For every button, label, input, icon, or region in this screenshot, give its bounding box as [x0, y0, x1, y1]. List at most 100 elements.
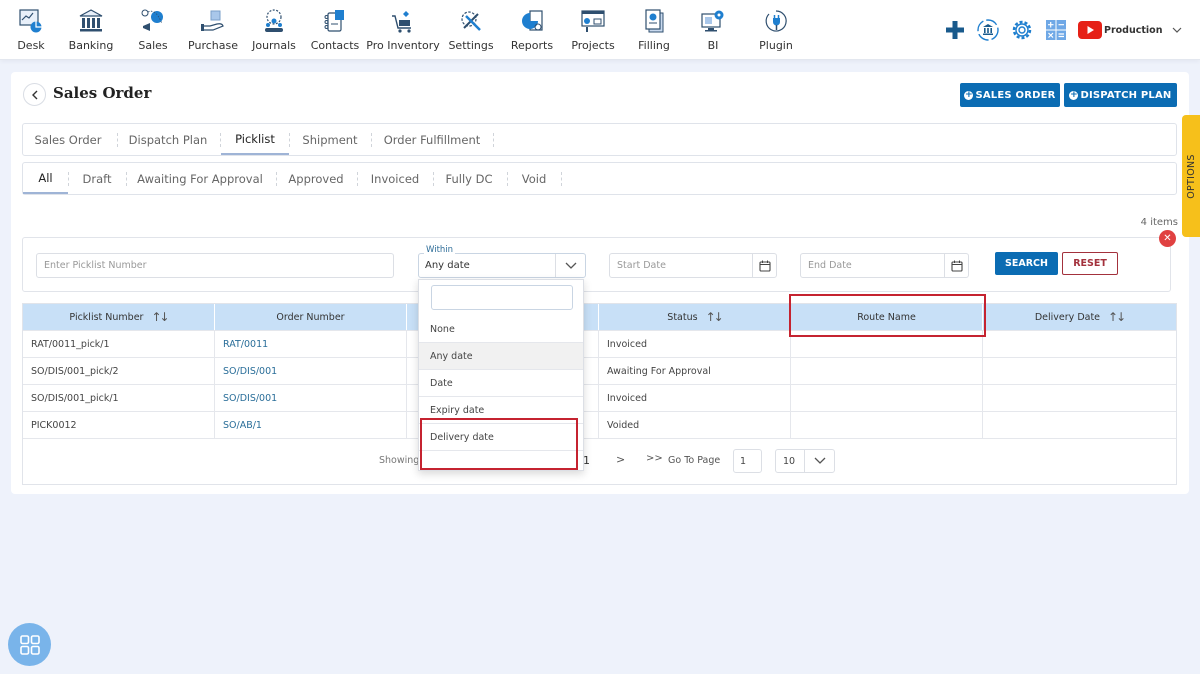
- nav-contacts[interactable]: Contacts: [311, 0, 359, 58]
- page-title: Sales Order: [53, 84, 152, 102]
- tab-divider: [493, 133, 494, 147]
- go-to-page-input[interactable]: 1: [733, 449, 762, 473]
- route-name-cell: [791, 412, 983, 438]
- back-button[interactable]: [23, 83, 46, 106]
- next-page-button[interactable]: >: [616, 453, 625, 466]
- grid-icon: [19, 634, 40, 655]
- dropdown-option-date[interactable]: Date: [419, 370, 583, 397]
- status-tab-invoiced[interactable]: Invoiced: [363, 163, 427, 194]
- calendar-icon[interactable]: [944, 254, 968, 277]
- chevron-down-icon: [804, 450, 834, 472]
- nav-sales[interactable]: Sales: [134, 0, 172, 58]
- bank-sync-icon[interactable]: [975, 16, 1001, 44]
- settings-tools-icon: [456, 6, 486, 36]
- status-tab-approved[interactable]: Approved: [283, 163, 349, 194]
- app-grid-button[interactable]: [8, 623, 51, 666]
- column-header-route-name: Route Name: [791, 304, 983, 330]
- nav-pro-inventory[interactable]: Pro Inventory: [366, 0, 440, 58]
- dropdown-option-any-date[interactable]: Any date: [419, 343, 583, 370]
- tab-picklist[interactable]: Picklist: [221, 124, 289, 155]
- within-label: Within: [424, 245, 456, 255]
- nav-journals[interactable]: Journals: [251, 0, 297, 58]
- search-button[interactable]: SEARCH: [995, 252, 1058, 275]
- close-filter-icon[interactable]: ✕: [1159, 230, 1176, 247]
- dropdown-option-none[interactable]: None: [419, 316, 583, 343]
- dropdown-search-input[interactable]: [431, 285, 573, 310]
- tab-divider: [507, 172, 508, 186]
- tab-divider: [371, 133, 372, 147]
- tab-divider: [433, 172, 434, 186]
- column-header-status[interactable]: Status ↑↓: [599, 304, 791, 330]
- status-tab-void[interactable]: Void: [513, 163, 555, 194]
- add-sales-order-button[interactable]: + SALES ORDER: [960, 83, 1060, 107]
- order-number-link[interactable]: SO/DIS/001: [215, 358, 407, 384]
- page-size-select[interactable]: 10: [775, 449, 835, 473]
- order-number-link[interactable]: SO/AB/1: [215, 412, 407, 438]
- delivery-date-cell: [983, 358, 1176, 384]
- current-page[interactable]: 1: [583, 454, 590, 467]
- journals-team-gear-icon: [259, 6, 289, 36]
- options-side-tab[interactable]: OPTIONS: [1182, 115, 1200, 237]
- status-cell: Awaiting For Approval: [599, 358, 791, 384]
- order-number-link[interactable]: SO/DIS/001: [215, 385, 407, 411]
- top-navigation: Desk Banking Sales Purchase Journals Con…: [0, 0, 1200, 60]
- picklist-number-input[interactable]: Enter Picklist Number: [36, 253, 394, 278]
- nav-bi[interactable]: BI: [698, 0, 728, 58]
- calendar-icon[interactable]: [752, 254, 776, 277]
- projects-presentation-icon: [578, 6, 608, 36]
- order-number-link[interactable]: RAT/0011: [215, 331, 407, 357]
- dropdown-option-delivery-date[interactable]: Delivery date: [419, 424, 583, 451]
- calculator-icon[interactable]: [1044, 16, 1068, 44]
- status-tabs: All Draft Awaiting For Approval Approved…: [22, 162, 1177, 195]
- sort-icon[interactable]: ↑↓: [706, 310, 724, 324]
- column-header-delivery-date[interactable]: Delivery Date ↑↓: [983, 304, 1176, 330]
- chevron-down-icon[interactable]: [1170, 16, 1184, 44]
- tab-order-fulfillment[interactable]: Order Fulfillment: [378, 124, 486, 155]
- nav-settings[interactable]: Settings: [448, 0, 494, 58]
- youtube-icon[interactable]: [1078, 16, 1102, 44]
- delivery-date-cell: [983, 385, 1176, 411]
- plugin-icon: [761, 6, 791, 36]
- status-tab-draft[interactable]: Draft: [73, 163, 121, 194]
- table-row[interactable]: SO/DIS/001_pick/1 SO/DIS/001 Invoiced: [23, 385, 1176, 412]
- nav-banking[interactable]: Banking: [68, 0, 114, 58]
- last-page-button[interactable]: >>: [646, 453, 663, 464]
- inventory-cart-icon: [388, 6, 418, 36]
- start-date-input[interactable]: Start Date: [609, 253, 777, 278]
- dropdown-option-expiry-date[interactable]: Expiry date: [419, 397, 583, 424]
- reset-button[interactable]: RESET: [1062, 252, 1118, 275]
- tab-dispatch-plan[interactable]: Dispatch Plan: [126, 124, 210, 155]
- contacts-notebook-icon: [320, 6, 350, 36]
- picklist-number-cell: RAT/0011_pick/1: [23, 331, 215, 357]
- sort-icon[interactable]: ↑↓: [1108, 310, 1126, 324]
- status-tab-fully-dc[interactable]: Fully DC: [439, 163, 499, 194]
- add-dispatch-plan-button[interactable]: + DISPATCH PLAN: [1064, 83, 1177, 107]
- tab-divider: [289, 133, 290, 147]
- nav-plugin[interactable]: Plugin: [755, 0, 797, 58]
- gear-icon[interactable]: [1009, 16, 1035, 44]
- tab-shipment[interactable]: Shipment: [293, 124, 367, 155]
- chevron-left-icon: [31, 90, 37, 99]
- column-header-picklist-number[interactable]: Picklist Number ↑↓: [23, 304, 215, 330]
- plus-icon[interactable]: [943, 16, 967, 44]
- status-tab-all[interactable]: All: [23, 163, 68, 194]
- bi-computer-gear-icon: [698, 6, 728, 36]
- table-row[interactable]: PICK0012 SO/AB/1 Voided: [23, 412, 1176, 439]
- status-tab-awaiting-for-approval[interactable]: Awaiting For Approval: [131, 163, 269, 194]
- tab-sales-order[interactable]: Sales Order: [28, 124, 108, 155]
- table-row[interactable]: RAT/0011_pick/1 RAT/0011 Invoiced: [23, 331, 1176, 358]
- end-date-input[interactable]: End Date: [800, 253, 969, 278]
- within-date-select[interactable]: Any date: [418, 253, 586, 278]
- main-tabs: Sales Order Dispatch Plan Picklist Shipm…: [22, 123, 1177, 156]
- nav-desk[interactable]: Desk: [10, 0, 52, 58]
- company-selector-label[interactable]: Production c: [1104, 16, 1166, 44]
- nav-projects[interactable]: Projects: [570, 0, 616, 58]
- nav-filling[interactable]: Filling: [634, 0, 674, 58]
- route-name-cell: [791, 331, 983, 357]
- nav-purchase[interactable]: Purchase: [188, 0, 238, 58]
- nav-reports[interactable]: Reports: [510, 0, 554, 58]
- sales-megaphone-icon: [138, 6, 168, 36]
- tab-divider: [561, 172, 562, 186]
- table-row[interactable]: SO/DIS/001_pick/2 SO/DIS/001 Awaiting Fo…: [23, 358, 1176, 385]
- sort-icon[interactable]: ↑↓: [151, 310, 169, 324]
